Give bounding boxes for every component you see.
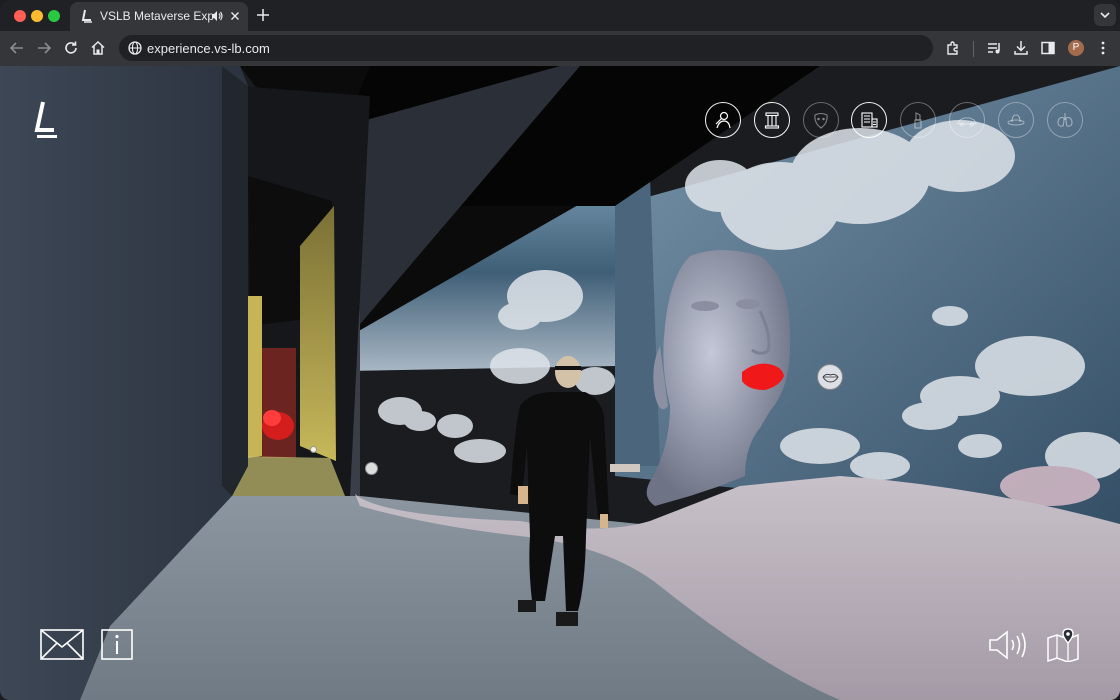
lips-hotspot-button[interactable]	[817, 364, 843, 390]
speaker-icon[interactable]	[988, 630, 1028, 660]
floor-hotspot-left[interactable]	[365, 462, 378, 475]
nav-lipstick-button[interactable]	[900, 102, 936, 138]
vslb-logo-icon[interactable]	[34, 100, 60, 140]
mail-icon[interactable]	[40, 629, 84, 660]
lips-icon	[822, 373, 839, 383]
nav-avatar-button[interactable]	[705, 102, 741, 138]
tab-strip: VSLB Metaverse Experience	[0, 0, 1120, 31]
map-icon[interactable]	[1046, 628, 1080, 662]
scene-render	[0, 66, 1120, 700]
tab-vslb[interactable]: VSLB Metaverse Experience	[70, 2, 248, 31]
close-tab-icon[interactable]	[228, 9, 242, 23]
media-controls-icon[interactable]	[986, 39, 1004, 57]
url-text: experience.vs-lb.com	[147, 41, 270, 56]
back-arrow-icon[interactable]	[8, 39, 26, 57]
audio-playing-icon[interactable]	[210, 9, 224, 23]
nav-lungs-button[interactable]	[1047, 102, 1083, 138]
car-icon	[957, 117, 977, 127]
tab-search-button[interactable]	[1094, 4, 1116, 26]
browser-toolbar: experience.vs-lb.com P	[0, 31, 1120, 66]
forward-arrow-icon[interactable]	[35, 39, 53, 57]
collection-nav	[705, 102, 1095, 140]
side-panel-icon[interactable]	[1039, 39, 1057, 57]
nav-gallery-button[interactable]	[851, 102, 887, 138]
nav-hat-button[interactable]	[998, 102, 1034, 138]
reload-icon[interactable]	[62, 39, 80, 57]
info-icon[interactable]	[101, 629, 133, 660]
metaverse-scene[interactable]	[0, 66, 1120, 700]
close-window-button[interactable]	[14, 10, 26, 22]
minimize-window-button[interactable]	[31, 10, 43, 22]
profile-avatar[interactable]: P	[1068, 40, 1084, 56]
lungs-icon	[1057, 113, 1073, 127]
more-menu-icon[interactable]	[1094, 39, 1112, 57]
browser-window: VSLB Metaverse Experience	[0, 0, 1120, 700]
home-icon[interactable]	[89, 39, 107, 57]
hat-icon	[1007, 114, 1025, 126]
face-mask-icon	[814, 112, 828, 129]
nav-mask-button[interactable]	[803, 102, 839, 138]
toolbar-divider	[973, 41, 974, 57]
download-icon[interactable]	[1012, 39, 1030, 57]
column-pillar-icon	[764, 112, 780, 129]
lipstick-icon	[914, 112, 922, 129]
corridor-hotspot[interactable]	[310, 446, 317, 453]
new-tab-icon[interactable]	[254, 6, 272, 24]
address-bar[interactable]: experience.vs-lb.com	[119, 35, 933, 61]
avatar-profile-icon	[715, 111, 731, 129]
vslb-favicon-icon	[81, 9, 92, 23]
gallery-panel-icon	[861, 112, 878, 128]
site-info-icon[interactable]	[127, 40, 143, 56]
chevron-down-icon	[1100, 12, 1110, 19]
tab-title: VSLB Metaverse Experience	[100, 9, 216, 23]
extensions-icon[interactable]	[944, 39, 962, 57]
zoom-window-button[interactable]	[48, 10, 60, 22]
nav-pillar-button[interactable]	[754, 102, 790, 138]
nav-car-button[interactable]	[949, 102, 985, 138]
